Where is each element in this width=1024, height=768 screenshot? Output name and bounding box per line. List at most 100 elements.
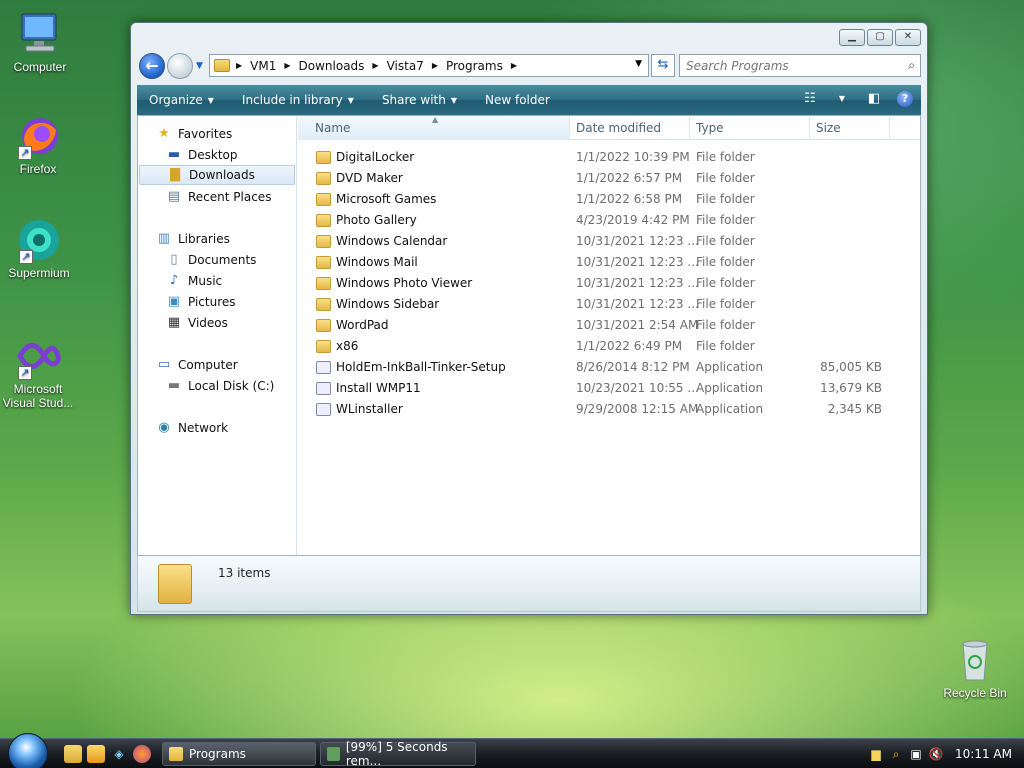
file-list: Name ▲ Date modified Type Size DigitalLoc…	[298, 115, 920, 555]
start-button[interactable]	[8, 733, 48, 768]
breadcrumb-programs[interactable]: Programs ▶	[446, 59, 517, 73]
folder-icon	[316, 319, 331, 332]
table-row[interactable]: Windows Photo Viewer 10/31/2021 12:23 ...…	[298, 273, 920, 294]
column-header-type[interactable]: Type	[690, 116, 810, 140]
desktop-icon-visual-studio[interactable]: ↗ Microsoft Visual Stud...	[0, 332, 76, 410]
address-history-dropdown[interactable]: ▼	[635, 59, 642, 69]
star-icon: ★	[158, 126, 170, 141]
forward-button[interactable]	[167, 53, 193, 79]
refresh-button[interactable]: ⇆	[651, 54, 675, 77]
nav-local-disk[interactable]: ▬ Local Disk (C:)	[166, 376, 274, 396]
share-with-button[interactable]: Share with ▼	[368, 93, 471, 107]
minimize-button[interactable]: ▁	[839, 29, 865, 46]
chevron-down-icon[interactable]: ▼	[833, 90, 851, 108]
column-header-size[interactable]: Size	[810, 116, 890, 140]
action-center-icon[interactable]: ▆	[868, 746, 884, 762]
table-row[interactable]: Microsoft Games 1/1/2022 6:58 PM File fold…	[298, 189, 920, 210]
recent-pages-dropdown[interactable]: ▼	[196, 61, 203, 71]
search-input[interactable]	[680, 55, 890, 76]
folder-icon	[214, 59, 230, 72]
maximize-button[interactable]: ▢	[867, 29, 893, 46]
file-date: 10/31/2021 12:23 ...	[576, 234, 699, 248]
preview-pane-icon[interactable]: ◧	[865, 90, 883, 108]
computer-icon	[16, 10, 64, 58]
desktop-icon-firefox[interactable]: ↗ Firefox	[0, 112, 76, 176]
column-headers: Name ▲ Date modified Type Size	[298, 115, 920, 140]
volume-muted-icon[interactable]: 🔇	[928, 746, 944, 762]
nav-documents[interactable]: ▯ Documents	[166, 250, 256, 270]
table-row[interactable]: Photo Gallery 4/23/2019 4:42 PM File folde…	[298, 210, 920, 231]
table-row[interactable]: Install WMP11 10/23/2021 10:55 ... Applica…	[298, 378, 920, 399]
column-header-name[interactable]: Name ▲	[298, 115, 570, 140]
organize-button[interactable]: Organize ▼	[137, 93, 228, 107]
file-date: 4/23/2019 4:42 PM	[576, 213, 690, 227]
switch-windows-quicklaunch-icon[interactable]: ◈	[110, 745, 128, 763]
help-icon[interactable]: ?	[897, 91, 913, 107]
file-date: 10/31/2021 12:23 ...	[576, 297, 699, 311]
desktop-icon-computer[interactable]: Computer	[2, 10, 78, 74]
explorer-quicklaunch-icon[interactable]	[64, 745, 82, 763]
nav-favorites[interactable]: ★ Favorites	[156, 124, 232, 144]
network-tray-icon[interactable]: ▣	[908, 746, 924, 762]
table-row[interactable]: Windows Sidebar 10/31/2021 12:23 ... File …	[298, 294, 920, 315]
desktop-icon-label: Microsoft Visual Stud...	[2, 382, 74, 410]
search-icon[interactable]: ⌕	[908, 58, 915, 73]
include-in-library-button[interactable]: Include in library ▼	[228, 93, 368, 107]
file-type: Application	[696, 360, 764, 374]
file-type: File folder	[696, 276, 755, 290]
explorer-window: ▁ ▢ ✕ ← ▼ ▶ VM1 ▶ Downloads ▶ Vista7 ▶ Prog…	[130, 22, 928, 615]
folder-icon	[169, 747, 183, 761]
computer-icon: ▭	[157, 357, 171, 372]
shortcut-arrow-icon: ↗	[19, 250, 33, 264]
desktop-icon-recycle-bin[interactable]: Recycle Bin	[937, 636, 1013, 700]
address-row: ← ▼ ▶ VM1 ▶ Downloads ▶ Vista7 ▶ Programs ▶ …	[137, 52, 921, 80]
file-name: Photo Gallery	[336, 213, 417, 227]
table-row[interactable]: DigitalLocker 1/1/2022 10:39 PM File folde…	[298, 147, 920, 168]
column-header-date[interactable]: Date modified	[570, 116, 690, 140]
close-button[interactable]: ✕	[895, 29, 921, 46]
nav-libraries[interactable]: ▥ Libraries	[156, 229, 230, 249]
firefox-quicklaunch-icon[interactable]	[133, 745, 151, 763]
desktop-icon-supermium[interactable]: ↗ Supermium	[1, 216, 77, 280]
nav-music[interactable]: ♪ Music	[166, 271, 222, 291]
table-row[interactable]: Windows Mail 10/31/2021 12:23 ... File fol…	[298, 252, 920, 273]
file-type: File folder	[696, 150, 755, 164]
new-folder-button[interactable]: New folder	[471, 93, 564, 107]
videos-icon: ▦	[167, 315, 181, 330]
file-name: WLinstaller	[336, 402, 403, 416]
nav-network[interactable]: ◉ Network	[156, 418, 228, 438]
search-icon[interactable]: ⌕	[888, 746, 904, 762]
navigation-pane: ★ Favorites ▬ Desktop ▇ Downloads ▤ Recent P…	[138, 116, 297, 555]
breadcrumb-vista7[interactable]: Vista7 ▶	[387, 59, 438, 73]
content-area: ★ Favorites ▬ Desktop ▇ Downloads ▤ Recent P…	[137, 115, 921, 556]
nav-desktop[interactable]: ▬ Desktop	[166, 145, 238, 165]
address-bar[interactable]: ▶ VM1 ▶ Downloads ▶ Vista7 ▶ Programs ▶ ▼	[209, 54, 649, 77]
table-row[interactable]: HoldEm-InkBall-Tinker-Setup 8/26/2014 8:1…	[298, 357, 920, 378]
table-row[interactable]: x86 1/1/2022 6:49 PM File folder	[298, 336, 920, 357]
breadcrumb-downloads[interactable]: Downloads ▶	[299, 59, 379, 73]
file-date: 8/26/2014 8:12 PM	[576, 360, 690, 374]
table-row[interactable]: WordPad 10/31/2021 2:54 AM File folder	[298, 315, 920, 336]
file-type: File folder	[696, 192, 755, 206]
taskbar-button-copy-progress[interactable]: [99%] 5 Seconds rem...	[320, 740, 476, 768]
views-icon[interactable]: ☷	[801, 90, 819, 108]
nav-recent-places[interactable]: ▤ Recent Places	[166, 187, 272, 207]
folder-icon	[316, 214, 331, 227]
nav-videos[interactable]: ▦ Videos	[166, 313, 228, 333]
command-bar: Organize ▼ Include in library ▼ Share with…	[137, 85, 921, 115]
nav-computer[interactable]: ▭ Computer	[156, 355, 238, 375]
chevron-down-icon: ▼	[207, 95, 214, 105]
nav-downloads[interactable]: ▇ Downloads	[139, 165, 295, 185]
table-row[interactable]: Windows Calendar 10/31/2021 12:23 ... File…	[298, 231, 920, 252]
nav-pictures[interactable]: ▣ Pictures	[166, 292, 236, 312]
arrow-left-icon: ←	[145, 56, 159, 75]
breadcrumb-vm1[interactable]: VM1 ▶	[250, 59, 290, 73]
table-row[interactable]: WLinstaller 9/29/2008 12:15 AM Application…	[298, 399, 920, 420]
clock[interactable]: 10:11 AM	[955, 747, 1012, 761]
table-row[interactable]: DVD Maker 1/1/2022 6:57 PM File folder	[298, 168, 920, 189]
media-player-quicklaunch-icon[interactable]	[87, 745, 105, 763]
file-name: WordPad	[336, 318, 389, 332]
back-button[interactable]: ←	[139, 53, 165, 79]
breadcrumb-arrow-icon[interactable]: ▶	[236, 61, 242, 70]
taskbar-button-programs[interactable]: Programs	[162, 742, 316, 766]
